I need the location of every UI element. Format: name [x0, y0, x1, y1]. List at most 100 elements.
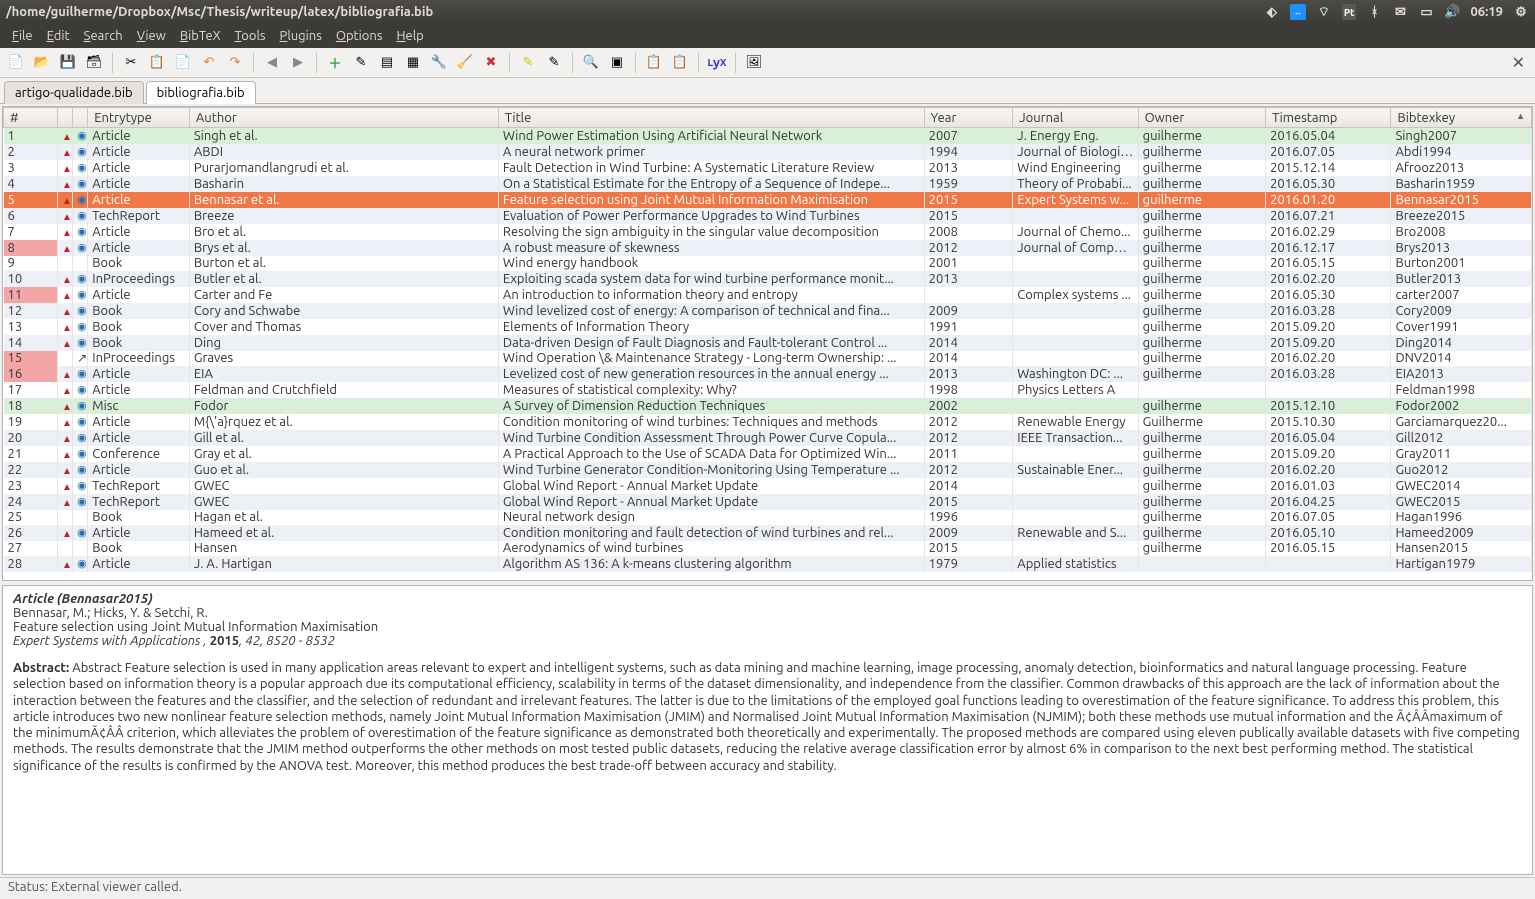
- table-row[interactable]: 25BookHagan et al.Neural network design1…: [4, 510, 1532, 525]
- keyboard-layout-indicator[interactable]: Pt: [1342, 4, 1357, 20]
- unmark-button[interactable]: ✎: [542, 51, 566, 75]
- web-icon[interactable]: ◉: [77, 478, 88, 492]
- pdf-icon[interactable]: ▲: [62, 399, 73, 413]
- table-row[interactable]: 10▲◉InProceedingsButler et al.Exploiting…: [4, 271, 1532, 287]
- table-row[interactable]: 24▲◉TechReportGWECGlobal Wind Report - A…: [4, 494, 1532, 510]
- web-icon[interactable]: ◉: [77, 176, 88, 190]
- volume-icon[interactable]: 🔊: [1444, 4, 1460, 20]
- undo-button[interactable]: ↶: [197, 51, 221, 75]
- cleanup-button[interactable]: 🧹: [453, 51, 477, 75]
- dropbox-icon[interactable]: ⬖: [1264, 4, 1280, 20]
- entries-table-wrap[interactable]: #EntrytypeAuthorTitleYearJournalOwnerTim…: [2, 106, 1533, 581]
- delete-button[interactable]: ✖: [479, 51, 503, 75]
- key-button[interactable]: 🔧: [427, 51, 451, 75]
- pdf-icon[interactable]: ▲: [62, 447, 73, 461]
- preamble-button[interactable]: ▦: [401, 51, 425, 75]
- col-header-5[interactable]: Title: [498, 108, 924, 128]
- web-icon[interactable]: ◉: [77, 494, 88, 508]
- menu-edit[interactable]: Edit: [41, 27, 76, 45]
- edit-strings-button[interactable]: ▤: [375, 51, 399, 75]
- pdf-icon[interactable]: ▲: [62, 177, 73, 191]
- menu-bibtex[interactable]: BibTeX: [174, 27, 227, 45]
- web-icon[interactable]: ◉: [77, 128, 88, 142]
- table-row[interactable]: 18▲◉MiscFodorA Survey of Dimension Reduc…: [4, 398, 1532, 414]
- pdf-icon[interactable]: ▲: [62, 320, 73, 334]
- web-icon[interactable]: ◉: [77, 208, 88, 222]
- web-icon[interactable]: ◉: [77, 414, 88, 428]
- web-icon[interactable]: ◉: [77, 335, 88, 349]
- table-row[interactable]: 14▲◉BookDingData-driven Design of Fault …: [4, 335, 1532, 351]
- table-row[interactable]: 19▲◉ArticleM{\'a}rquez et al.Condition m…: [4, 414, 1532, 430]
- web-icon[interactable]: ◉: [77, 319, 88, 333]
- table-row[interactable]: 13▲◉BookCover and ThomasElements of Info…: [4, 319, 1532, 335]
- table-row[interactable]: 12▲◉BookCory and SchwabeWind levelized c…: [4, 303, 1532, 319]
- table-row[interactable]: 22▲◉ArticleGuo et al.Wind Turbine Genera…: [4, 462, 1532, 478]
- external-link-icon[interactable]: ↗: [77, 351, 88, 365]
- pdf-icon[interactable]: ▲: [62, 288, 73, 302]
- table-row[interactable]: 17▲◉ArticleFeldman and CrutchfieldMeasur…: [4, 382, 1532, 398]
- copy-button[interactable]: 📋: [145, 51, 169, 75]
- pdf-icon[interactable]: ▲: [62, 383, 73, 397]
- web-icon[interactable]: ◉: [77, 398, 88, 412]
- save-all-button[interactable]: 🗃: [82, 51, 106, 75]
- pdf-icon[interactable]: ▲: [62, 479, 73, 493]
- table-row[interactable]: 3▲◉ArticlePurarjomandlangrudi et al.Faul…: [4, 160, 1532, 176]
- table-row[interactable]: 8▲◉ArticleBrys et al.A robust measure of…: [4, 240, 1532, 256]
- table-row[interactable]: 4▲◉ArticleBasharinOn a Statistical Estim…: [4, 176, 1532, 192]
- pdf-icon[interactable]: ▲: [62, 431, 73, 445]
- pdf-icon[interactable]: ▲: [62, 415, 73, 429]
- pdf-icon[interactable]: ▲: [62, 129, 73, 143]
- web-icon[interactable]: ◉: [77, 462, 88, 476]
- col-header-2[interactable]: [73, 108, 88, 128]
- col-header-9[interactable]: Timestamp: [1266, 108, 1391, 128]
- push-cite-button[interactable]: 📋: [642, 51, 666, 75]
- web-icon[interactable]: ◉: [77, 382, 88, 396]
- save-button[interactable]: 💾: [56, 51, 80, 75]
- pdf-icon[interactable]: ▲: [62, 367, 73, 381]
- col-header-4[interactable]: Author: [189, 108, 498, 128]
- battery-icon[interactable]: ▭: [1418, 4, 1434, 20]
- col-header-7[interactable]: Journal: [1013, 108, 1138, 128]
- cut-button[interactable]: ✂: [119, 51, 143, 75]
- table-row[interactable]: 26▲◉ArticleHameed et al.Condition monito…: [4, 525, 1532, 541]
- lyx-button[interactable]: LyX: [705, 51, 729, 75]
- menu-view[interactable]: View: [131, 27, 172, 45]
- table-row[interactable]: 23▲◉TechReportGWECGlobal Wind Report - A…: [4, 478, 1532, 494]
- table-row[interactable]: 21▲◉ConferenceGray et al.A Practical App…: [4, 446, 1532, 462]
- web-icon[interactable]: ◉: [77, 366, 88, 380]
- web-icon[interactable]: ◉: [77, 160, 88, 174]
- menu-help[interactable]: Help: [390, 27, 429, 45]
- image-button[interactable]: 🖼: [742, 51, 766, 75]
- web-icon[interactable]: ◉: [77, 287, 88, 301]
- table-row[interactable]: 5▲◉ArticleBennasar et al.Feature selecti…: [4, 192, 1532, 208]
- pdf-icon[interactable]: ▲: [62, 526, 73, 540]
- prev-button[interactable]: ◀: [260, 51, 284, 75]
- web-icon[interactable]: ◉: [77, 224, 88, 238]
- table-row[interactable]: 28▲◉ArticleJ. A. HartiganAlgorithm AS 13…: [4, 556, 1532, 572]
- wifi-icon[interactable]: ⌔: [1316, 4, 1332, 20]
- web-icon[interactable]: ◉: [77, 430, 88, 444]
- menu-tools[interactable]: Tools: [229, 27, 272, 45]
- new-db-button[interactable]: 📄: [4, 51, 28, 75]
- pdf-icon[interactable]: ▲: [62, 145, 73, 159]
- menu-plugins[interactable]: Plugins: [274, 27, 328, 45]
- web-icon[interactable]: ◉: [77, 271, 88, 285]
- mark-button[interactable]: ✎: [516, 51, 540, 75]
- pdf-icon[interactable]: ▲: [62, 336, 73, 350]
- pdf-icon[interactable]: ▲: [62, 304, 73, 318]
- teamviewer-icon[interactable]: ↔: [1290, 4, 1306, 20]
- menu-file[interactable]: File: [6, 27, 39, 45]
- paste-button[interactable]: 📄: [171, 51, 195, 75]
- web-icon[interactable]: ◉: [77, 240, 88, 254]
- web-icon[interactable]: ◉: [77, 556, 88, 570]
- close-button[interactable]: ✕: [1506, 53, 1531, 72]
- menu-search[interactable]: Search: [78, 27, 129, 45]
- table-row[interactable]: 16▲◉ArticleEIALevelized cost of new gene…: [4, 366, 1532, 382]
- redo-button[interactable]: ↷: [223, 51, 247, 75]
- gear-icon[interactable]: ⚙: [1513, 4, 1529, 20]
- table-row[interactable]: 1▲◉ArticleSingh et al.Wind Power Estimat…: [4, 128, 1532, 145]
- preview-toggle-button[interactable]: ▣: [605, 51, 629, 75]
- open-button[interactable]: 📂: [30, 51, 54, 75]
- push-cite-alt-button[interactable]: 📋: [668, 51, 692, 75]
- web-icon[interactable]: ◉: [77, 446, 88, 460]
